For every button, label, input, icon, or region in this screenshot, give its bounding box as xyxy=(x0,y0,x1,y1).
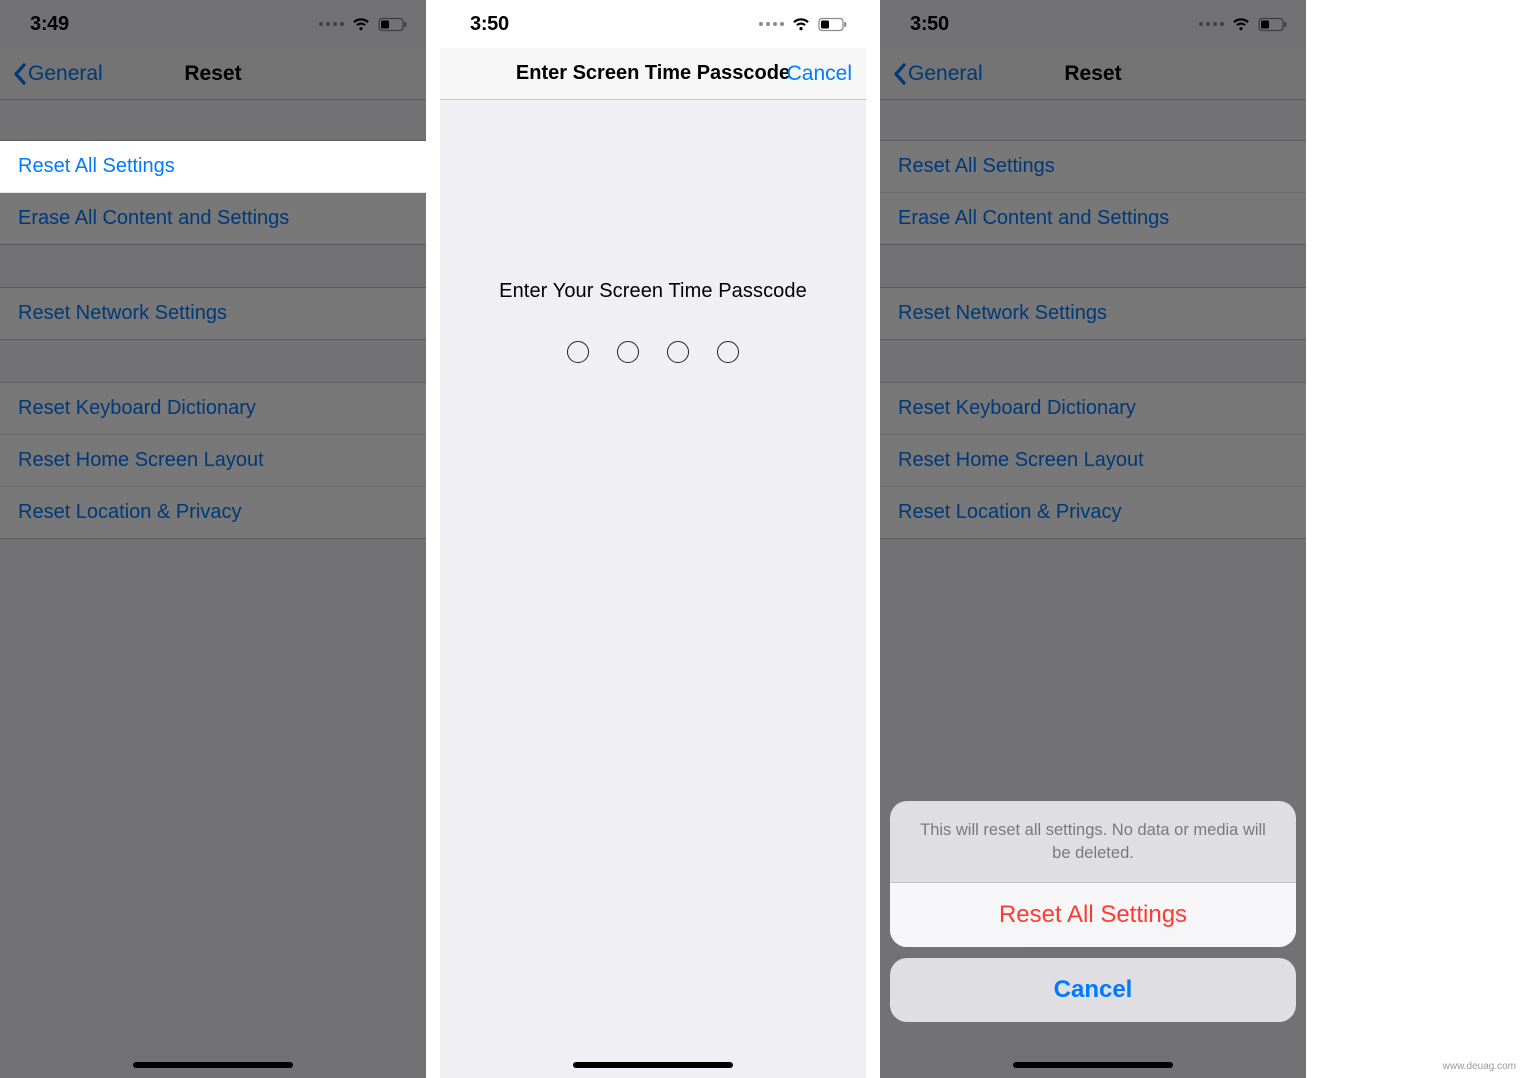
passcode-dot-1 xyxy=(567,341,589,363)
reset-all-settings-cell[interactable]: Reset All Settings xyxy=(880,141,1306,193)
status-time: 3:50 xyxy=(470,13,509,36)
battery-icon xyxy=(818,17,848,32)
back-button[interactable]: General xyxy=(12,62,103,86)
erase-all-content-cell[interactable]: Erase All Content and Settings xyxy=(0,193,426,244)
battery-icon xyxy=(1258,17,1288,32)
passcode-dots[interactable] xyxy=(567,341,739,363)
status-bar: 3:50 xyxy=(880,0,1306,48)
cellular-dots-icon xyxy=(319,22,344,26)
passcode-dot-2 xyxy=(617,341,639,363)
reset-keyboard-cell[interactable]: Reset Keyboard Dictionary xyxy=(880,383,1306,435)
nav-header: General Reset xyxy=(0,48,426,100)
status-bar: 3:50 xyxy=(440,0,866,48)
back-button[interactable]: General xyxy=(892,62,983,86)
passcode-dot-3 xyxy=(667,341,689,363)
reset-location-privacy-cell[interactable]: Reset Location & Privacy xyxy=(880,487,1306,538)
status-bar: 3:49 xyxy=(0,0,426,48)
home-indicator[interactable] xyxy=(573,1062,733,1068)
reset-home-layout-cell[interactable]: Reset Home Screen Layout xyxy=(0,435,426,487)
action-sheet: This will reset all settings. No data or… xyxy=(890,801,1296,1022)
status-time: 3:49 xyxy=(30,13,69,36)
reset-keyboard-cell[interactable]: Reset Keyboard Dictionary xyxy=(0,383,426,435)
reset-network-cell[interactable]: Reset Network Settings xyxy=(0,288,426,339)
cellular-dots-icon xyxy=(759,22,784,26)
erase-all-content-cell[interactable]: Erase All Content and Settings xyxy=(880,193,1306,244)
action-sheet-confirm-button[interactable]: Reset All Settings xyxy=(890,883,1296,947)
wifi-icon xyxy=(351,17,371,32)
passcode-prompt: Enter Your Screen Time Passcode xyxy=(499,280,807,303)
reset-all-settings-cell[interactable]: Reset All Settings xyxy=(0,141,426,193)
status-time: 3:50 xyxy=(910,13,949,36)
wifi-icon xyxy=(1231,17,1251,32)
chevron-left-icon xyxy=(12,62,28,86)
passcode-body: Enter Your Screen Time Passcode xyxy=(440,100,866,1078)
screenshot-1: 3:49 General Reset Reset All Settings Er… xyxy=(0,0,426,1078)
action-sheet-message: This will reset all settings. No data or… xyxy=(890,801,1296,883)
wifi-icon xyxy=(791,17,811,32)
home-indicator[interactable] xyxy=(1013,1062,1173,1068)
cellular-dots-icon xyxy=(1199,22,1224,26)
nav-header: Enter Screen Time Passcode Cancel xyxy=(440,48,866,100)
reset-list: Reset All Settings Erase All Content and… xyxy=(0,100,426,1078)
back-label: General xyxy=(28,62,103,86)
nav-header: General Reset xyxy=(880,48,1306,100)
home-indicator[interactable] xyxy=(133,1062,293,1068)
status-right xyxy=(1199,17,1288,32)
screenshot-2: 3:50 Enter Screen Time Passcode Cancel E… xyxy=(440,0,866,1078)
chevron-left-icon xyxy=(892,62,908,86)
reset-location-privacy-cell[interactable]: Reset Location & Privacy xyxy=(0,487,426,538)
battery-icon xyxy=(378,17,408,32)
passcode-dot-4 xyxy=(717,341,739,363)
status-right xyxy=(759,17,848,32)
watermark: www.deuag.com xyxy=(1443,1061,1516,1072)
cancel-button[interactable]: Cancel xyxy=(787,62,852,86)
screenshot-3: 3:50 General Reset Reset All Settings Er… xyxy=(880,0,1306,1078)
status-right xyxy=(319,17,408,32)
back-label: General xyxy=(908,62,983,86)
action-sheet-cancel-button[interactable]: Cancel xyxy=(890,958,1296,1022)
reset-home-layout-cell[interactable]: Reset Home Screen Layout xyxy=(880,435,1306,487)
reset-network-cell[interactable]: Reset Network Settings xyxy=(880,288,1306,339)
